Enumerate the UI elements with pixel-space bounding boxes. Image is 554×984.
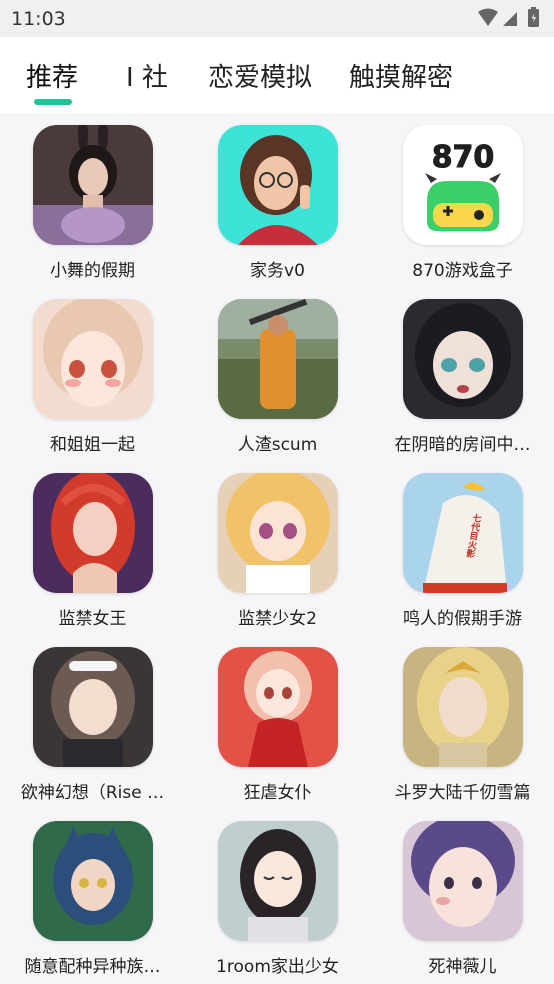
purple-haired-girl-portrait-icon [403, 821, 523, 941]
app-grid: 小舞的假期 家务v0 870 870游戏盒子 和姐姐一起 人渣scum 在阴暗的… [0, 113, 554, 984]
app-name: 鸣人的假期手游 [403, 609, 522, 629]
wolf-girl-portrait-icon [33, 821, 153, 941]
app-item[interactable]: 人渣scum [185, 287, 370, 457]
app-item[interactable]: 小舞的假期 [0, 113, 185, 283]
cellular-signal-icon [503, 12, 517, 26]
app-name: 欲神幻想（Rise … [20, 783, 165, 803]
glasses-girl-portrait-icon [218, 125, 338, 245]
app-name: 监禁少女2 [238, 609, 317, 629]
app-name: 870游戏盒子 [412, 261, 513, 281]
app-name: 家务v0 [250, 261, 305, 281]
dark-haired-girl-portrait-icon [403, 299, 523, 419]
black-haired-schoolgirl-portrait-icon [218, 821, 338, 941]
tab-recommended[interactable]: 推荐 [26, 57, 78, 94]
category-tab-bar: 推荐 I 社 恋爱模拟 触摸解密 [0, 37, 554, 113]
app-item[interactable]: 监禁少女2 [185, 461, 370, 631]
app-item[interactable]: 七代目火影 鸣人的假期手游 [370, 461, 554, 631]
app-item[interactable]: 870 870游戏盒子 [370, 113, 554, 283]
status-time: 11:03 [11, 8, 66, 30]
app-name: 随意配种异种族… [24, 957, 161, 977]
app-item[interactable]: 家务v0 [185, 113, 370, 283]
soldier-orange-jumpsuit-icon [218, 299, 338, 419]
app-item[interactable]: 狂虐女仆 [185, 635, 370, 805]
red-haired-queen-portrait-icon [33, 473, 153, 593]
app-item[interactable]: 在阴暗的房间中… [370, 287, 554, 457]
app-name: 死神薇儿 [428, 957, 497, 977]
app-name: 监禁女王 [58, 609, 127, 629]
blonde-girl-portrait-icon [33, 299, 153, 419]
tab-romance-simulation[interactable]: 恋爱模拟 [208, 57, 312, 94]
golden-haired-goddess-portrait-icon [403, 647, 523, 767]
frog-gamepad-logo-icon: 870 [403, 125, 523, 245]
app-name: 人渣scum [237, 435, 318, 455]
app-name: 狂虐女仆 [243, 783, 312, 803]
active-tab-indicator [34, 99, 72, 105]
app-name: 1room家出少女 [216, 957, 339, 977]
hokage-cloak-icon: 七代目火影 [403, 473, 523, 593]
app-name: 小舞的假期 [50, 261, 135, 281]
app-item[interactable]: 欲神幻想（Rise … [0, 635, 185, 805]
app-name: 在阴暗的房间中… [394, 435, 531, 455]
blonde-anime-girl-portrait-icon [218, 473, 338, 593]
app-item[interactable]: 监禁女王 [0, 461, 185, 631]
bunny-girl-portrait-icon [33, 125, 153, 245]
tab-i-company[interactable]: I 社 [126, 57, 168, 94]
app-item[interactable]: 随意配种异种族… [0, 809, 185, 979]
status-bar: 11:03 [0, 0, 554, 37]
app-item[interactable]: 和姐姐一起 [0, 287, 185, 457]
logo-text-870: 870 [432, 140, 495, 175]
maid-girl-portrait-icon [33, 647, 153, 767]
app-name: 和姐姐一起 [50, 435, 135, 455]
app-name: 斗罗大陆千仞雪篇 [394, 783, 531, 803]
battery-icon [528, 7, 539, 27]
red-dress-girl-portrait-icon [218, 647, 338, 767]
tab-touch-puzzle[interactable]: 触摸解密 [349, 57, 453, 94]
wifi-icon [478, 8, 498, 26]
status-icons [476, 6, 546, 30]
app-item[interactable]: 斗罗大陆千仞雪篇 [370, 635, 554, 805]
app-item[interactable]: 死神薇儿 [370, 809, 554, 979]
app-item[interactable]: 1room家出少女 [185, 809, 370, 979]
